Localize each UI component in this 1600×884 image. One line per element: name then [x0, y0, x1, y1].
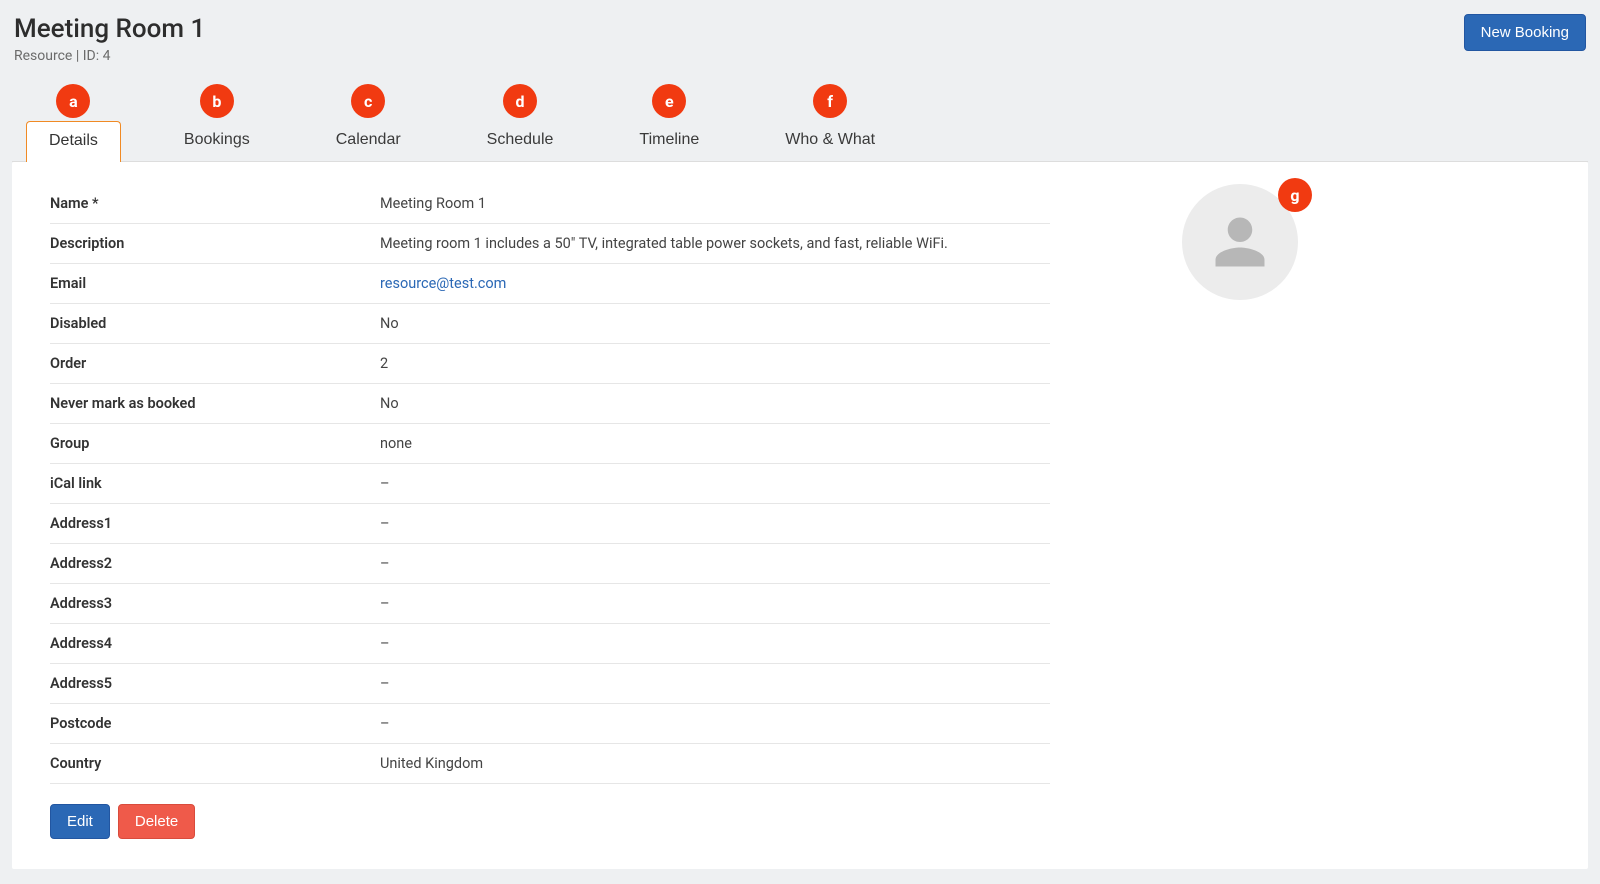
detail-label: Order [50, 355, 380, 372]
detail-value: Meeting Room 1 [380, 195, 1050, 212]
detail-label: Never mark as booked [50, 395, 380, 412]
tab-badge: d [503, 84, 537, 118]
detail-row: iCal link– [50, 464, 1050, 504]
detail-row: Postcode– [50, 704, 1050, 744]
detail-value: No [380, 395, 1050, 412]
tab-wrap: aDetails [26, 120, 121, 161]
tab-badge: b [200, 84, 234, 118]
detail-row: CountryUnited Kingdom [50, 744, 1050, 784]
detail-row: Address2– [50, 544, 1050, 584]
detail-label: Name * [50, 195, 380, 212]
action-row: EditDelete [50, 804, 1050, 839]
tabs-row: aDetails bBookings cCalendar dSchedule eTime… [12, 120, 1588, 162]
detail-value: resource@test.com [380, 275, 1050, 292]
detail-label: Email [50, 275, 380, 292]
detail-label: Disabled [50, 315, 380, 332]
detail-value: none [380, 435, 1050, 452]
detail-value: 2 [380, 355, 1050, 372]
tab-badge: a [56, 84, 90, 118]
detail-row: Emailresource@test.com [50, 264, 1050, 304]
detail-value: – [380, 475, 1050, 492]
delete-button[interactable]: Delete [118, 804, 195, 839]
tab-wrap: dSchedule [464, 120, 577, 161]
detail-value: No [380, 315, 1050, 332]
detail-value: – [380, 515, 1050, 532]
detail-label: Address3 [50, 595, 380, 612]
detail-row: Address5– [50, 664, 1050, 704]
detail-row: DisabledNo [50, 304, 1050, 344]
tab-details[interactable]: Details [26, 121, 121, 162]
detail-label: Postcode [50, 715, 380, 732]
detail-value: United Kingdom [380, 755, 1050, 772]
tab-wrap: fWho & What [762, 120, 898, 161]
detail-label: Address2 [50, 555, 380, 572]
detail-value: – [380, 635, 1050, 652]
detail-row: DescriptionMeeting room 1 includes a 50"… [50, 224, 1050, 264]
detail-value: – [380, 595, 1050, 612]
details-card: Name *Meeting Room 1DescriptionMeeting r… [12, 162, 1588, 869]
detail-label: Description [50, 235, 380, 252]
detail-label: Address1 [50, 515, 380, 532]
side-column: g [1090, 184, 1390, 839]
page-title: Meeting Room 1 [14, 14, 205, 44]
new-booking-button[interactable]: New Booking [1464, 14, 1586, 51]
page-header: Meeting Room 1 Resource | ID: 4 New Book… [12, 10, 1588, 76]
tab-wrap: cCalendar [313, 120, 424, 161]
detail-value: Meeting room 1 includes a 50" TV, integr… [380, 235, 1050, 252]
detail-label: Address4 [50, 635, 380, 652]
detail-row: Order2 [50, 344, 1050, 384]
detail-label: Country [50, 755, 380, 772]
tab-who-what[interactable]: Who & What [762, 120, 898, 161]
avatar-badge: g [1278, 178, 1312, 212]
tab-calendar[interactable]: Calendar [313, 120, 424, 161]
person-icon [1210, 212, 1270, 272]
tab-wrap: eTimeline [616, 120, 722, 161]
detail-label: Address5 [50, 675, 380, 692]
page-subtitle: Resource | ID: 4 [14, 48, 205, 64]
detail-row: Address1– [50, 504, 1050, 544]
detail-label: iCal link [50, 475, 380, 492]
avatar-wrap: g [1182, 184, 1298, 300]
detail-value: – [380, 555, 1050, 572]
tab-schedule[interactable]: Schedule [464, 120, 577, 161]
detail-row: Address4– [50, 624, 1050, 664]
tab-timeline[interactable]: Timeline [616, 120, 722, 161]
detail-label: Group [50, 435, 380, 452]
tab-wrap: bBookings [161, 120, 273, 161]
tab-badge: e [652, 84, 686, 118]
details-list: Name *Meeting Room 1DescriptionMeeting r… [50, 184, 1050, 839]
detail-row: Groupnone [50, 424, 1050, 464]
detail-row: Address3– [50, 584, 1050, 624]
detail-value: – [380, 715, 1050, 732]
detail-row: Never mark as bookedNo [50, 384, 1050, 424]
tab-badge: c [351, 84, 385, 118]
tab-bookings[interactable]: Bookings [161, 120, 273, 161]
detail-value: – [380, 675, 1050, 692]
email-link[interactable]: resource@test.com [380, 275, 506, 292]
detail-row: Name *Meeting Room 1 [50, 184, 1050, 224]
edit-button[interactable]: Edit [50, 804, 110, 839]
tab-badge: f [813, 84, 847, 118]
